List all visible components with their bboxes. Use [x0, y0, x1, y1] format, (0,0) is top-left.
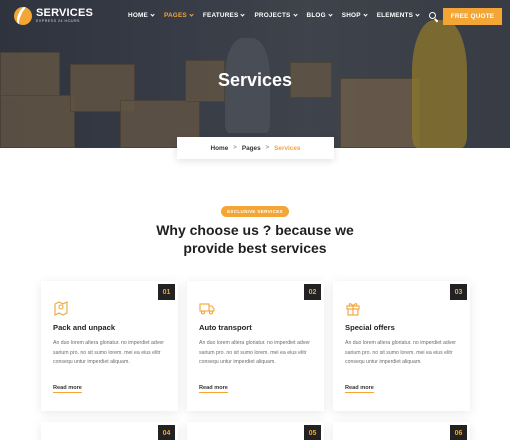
read-more-link[interactable]: Read more	[53, 385, 82, 393]
read-more-link[interactable]: Read more	[345, 385, 374, 393]
card-number: 02	[304, 284, 321, 300]
card-title: Auto transport	[199, 323, 252, 332]
logo-name: SERVICES	[36, 7, 94, 20]
nav-item-blog[interactable]: BLOG	[307, 12, 333, 19]
logo-icon	[14, 7, 32, 25]
card-title: Pack and unpack	[53, 323, 116, 332]
chevron-right-icon: >	[265, 145, 270, 151]
chevron-down-icon	[328, 12, 333, 17]
logo-tagline: EXPRESS 24 HOURS	[36, 19, 80, 24]
breadcrumb-home[interactable]: Home	[211, 145, 229, 152]
section-heading-line2: provide best services	[183, 240, 327, 256]
section-heading: Why choose us ? because we provide best …	[130, 221, 380, 257]
card-number: 06	[450, 425, 467, 440]
card-number: 03	[450, 284, 467, 300]
card-description: An duo lorem altera gloriatur. no imperd…	[53, 340, 165, 365]
chevron-right-icon: >	[233, 145, 237, 151]
section-heading-line1: Why choose us ? because we	[156, 222, 354, 238]
chevron-down-icon	[189, 12, 194, 17]
nav-item-pages[interactable]: PAGES	[164, 12, 194, 19]
nav-item-projects[interactable]: PROJECTS	[254, 12, 298, 19]
breadcrumb-current: Services	[274, 144, 301, 152]
section-badge: EXCLUSIVE SERVICES	[221, 206, 289, 217]
search-icon[interactable]	[429, 12, 439, 23]
card-description: An duo lorem altera gloriatur. no imperd…	[345, 340, 457, 365]
chevron-down-icon	[363, 12, 368, 17]
page-title: Services	[217, 70, 293, 90]
nav-item-elements[interactable]: ELEMENTS	[377, 12, 420, 19]
free-quote-button[interactable]: FREE QUOTE	[443, 8, 502, 25]
service-card: 06	[333, 422, 470, 440]
gift-box-icon	[346, 303, 360, 316]
nav-item-features[interactable]: FEATURES	[203, 12, 246, 19]
site-logo[interactable]: SERVICES EXPRESS 24 HOURS	[14, 7, 93, 25]
card-number: 05	[304, 425, 321, 440]
service-card: 03 Special offers An duo lorem altera gl…	[333, 281, 470, 411]
map-pin-icon	[54, 301, 68, 316]
nav-item-home[interactable]: HOME	[128, 12, 155, 19]
service-card: 02 Auto transport An duo lorem altera gl…	[187, 281, 324, 411]
chevron-down-icon	[240, 12, 246, 17]
breadcrumb-pages[interactable]: Pages	[242, 145, 261, 152]
card-title: Special offers	[345, 323, 395, 332]
main-nav: HOME PAGES FEATURES PROJECTS BLOG SHOP E…	[128, 12, 429, 19]
service-card: 05	[187, 422, 324, 440]
chevron-down-icon	[292, 12, 298, 17]
site-header: SERVICES EXPRESS 24 HOURS HOME PAGES FEA…	[0, 0, 510, 34]
service-card: 01 Pack and unpack An duo lorem altera g…	[41, 281, 178, 411]
card-description: An duo lorem altera gloriatur. no imperd…	[199, 340, 311, 365]
breadcrumb: Home > Pages > Services	[177, 137, 334, 159]
read-more-link[interactable]: Read more	[199, 385, 228, 393]
card-number: 01	[158, 284, 175, 300]
nav-item-shop[interactable]: SHOP	[342, 12, 368, 19]
card-number: 04	[158, 425, 175, 440]
truck-icon	[199, 303, 215, 315]
chevron-down-icon	[415, 12, 420, 17]
service-card: 04	[41, 422, 178, 440]
chevron-down-icon	[150, 12, 155, 17]
